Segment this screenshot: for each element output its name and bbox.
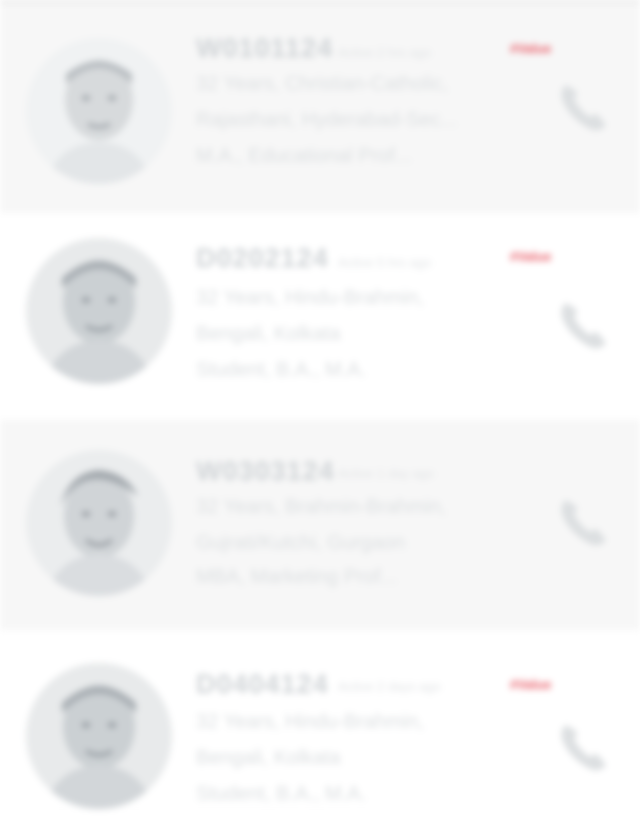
avatar[interactable] (26, 238, 172, 384)
profile-education-profession: M.A., Educational Prof... (196, 145, 412, 167)
profile-id: W0101124 (196, 33, 334, 63)
avatar-photo (26, 38, 172, 184)
profile-id: D0404124 (196, 669, 329, 699)
avatar[interactable] (26, 38, 172, 184)
value-badge: #Value (510, 249, 552, 264)
profile-card[interactable]: W0101124 Active 2 hrs ago #Value 32 Year… (0, 3, 640, 213)
profile-id: W0303124 (196, 456, 335, 486)
avatar[interactable] (26, 663, 172, 809)
call-button[interactable] (552, 715, 616, 779)
profile-age-religion: 32 Years, Christian-Catholic, (196, 73, 449, 95)
profile-language-location: Bengali, Kolkata (196, 323, 341, 345)
phone-icon (561, 725, 606, 771)
phone-icon (561, 500, 606, 546)
profile-card[interactable]: W0303124 Active 1 day ago 32 Years, Brah… (0, 420, 640, 630)
activity-status: Active 2 days ago (338, 679, 441, 694)
profile-language-location: Rajasthani, Hyderabad-Sec... (196, 109, 458, 131)
call-button[interactable] (552, 293, 616, 357)
profile-language-location: Gujrati/Kutchi, Gurgaon (196, 532, 405, 554)
profile-card[interactable]: D0202124 Active 5 hrs ago #Value 32 Year… (0, 213, 640, 423)
avatar-photo (26, 663, 172, 809)
phone-icon (561, 85, 606, 131)
activity-status: Active 5 hrs ago (338, 255, 432, 270)
profile-id: D0202124 (196, 243, 329, 273)
profile-age-religion: 32 Years, Brahmin-Brahmin, (196, 496, 447, 518)
avatar[interactable] (26, 450, 172, 596)
profile-education-profession: MBA, Marketing Prof... (196, 566, 398, 588)
phone-icon (561, 303, 606, 349)
profile-education-profession: Student, B.A., M.A. (196, 783, 367, 805)
activity-status: Active 1 day ago (338, 466, 435, 481)
call-button[interactable] (552, 75, 616, 139)
avatar-photo (26, 238, 172, 384)
value-badge: #Value (510, 41, 552, 56)
activity-status: Active 2 hrs ago (338, 45, 432, 60)
value-badge: #Value (510, 677, 552, 692)
profile-education-profession: Student, B.A., M.A. (196, 359, 367, 381)
profile-list-page: W0101124 Active 2 hrs ago #Value 32 Year… (0, 0, 640, 816)
profile-age-religion: 32 Years, Hindu-Brahmin, (196, 711, 424, 733)
profile-age-religion: 32 Years, Hindu-Brahmin, (196, 287, 424, 309)
call-button[interactable] (552, 490, 616, 554)
profile-language-location: Bengali, Kolkata (196, 747, 341, 769)
profile-card[interactable]: D0404124 Active 2 days ago #Value 32 Yea… (0, 633, 640, 816)
avatar-photo (26, 450, 172, 596)
